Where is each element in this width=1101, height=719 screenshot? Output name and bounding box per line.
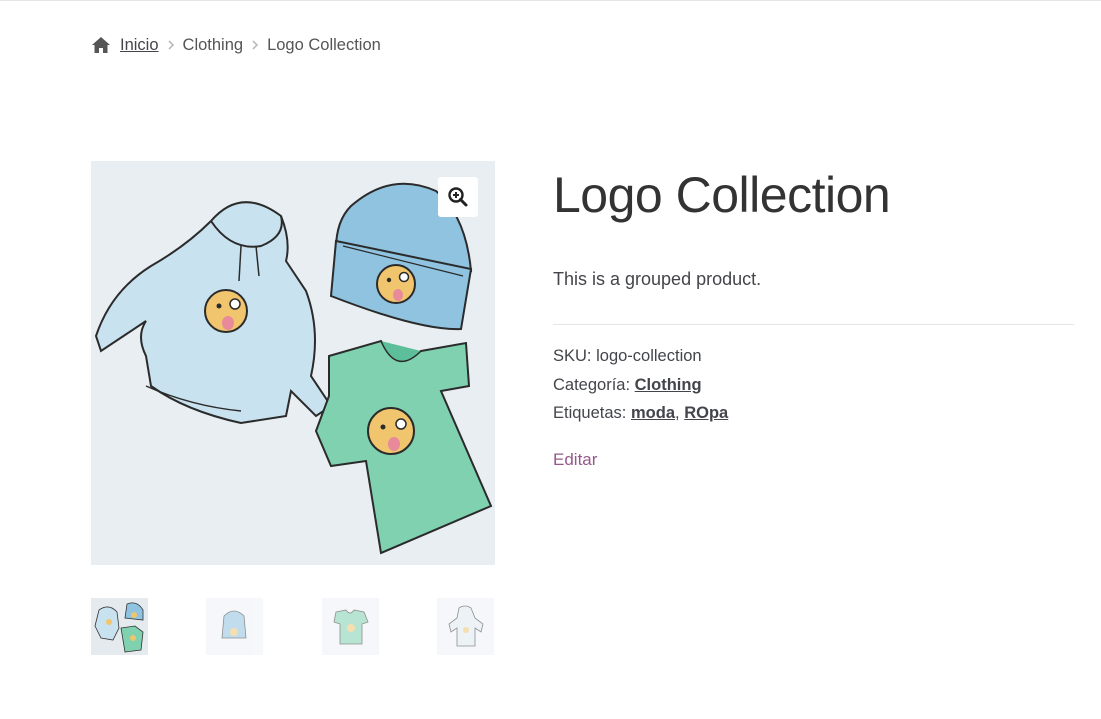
thumbnail-image xyxy=(448,605,484,647)
product-title: Logo Collection xyxy=(553,167,891,223)
tag-link-moda[interactable]: moda xyxy=(631,404,675,422)
category-link-clothing[interactable]: Clothing xyxy=(635,376,702,394)
thumbnail-beanie[interactable] xyxy=(206,598,263,655)
summary-divider xyxy=(553,324,1074,325)
product-sku: SKU: logo-collection xyxy=(553,347,702,366)
zoom-in-icon xyxy=(448,187,468,207)
hoodie-illustration xyxy=(94,201,333,425)
tags-label: Etiquetas: xyxy=(553,404,627,422)
product-short-description: This is a grouped product. xyxy=(553,269,762,289)
breadcrumb: Inicio Clothing Logo Collection xyxy=(91,34,381,56)
product-main-image[interactable] xyxy=(91,161,495,565)
thumbnail-image xyxy=(221,610,247,639)
breadcrumb-item-current: Logo Collection xyxy=(267,35,381,54)
thumbnail-logo-collection[interactable] xyxy=(91,598,148,655)
tag-separator: , xyxy=(675,404,680,422)
chevron-right-icon xyxy=(167,40,174,50)
breadcrumb-item-clothing[interactable]: Clothing xyxy=(183,36,244,55)
thumbnail-image xyxy=(94,602,144,653)
product-tags: Etiquetas: moda, ROpa xyxy=(553,404,728,423)
category-label: Categoría: xyxy=(553,376,631,394)
home-icon xyxy=(92,37,110,53)
thumbnail-hoodie[interactable] xyxy=(437,598,494,655)
header-divider xyxy=(0,0,1101,1)
thumbnail-tshirt[interactable] xyxy=(322,598,379,655)
sku-label: SKU: xyxy=(553,347,592,365)
product-category: Categoría: Clothing xyxy=(553,376,702,395)
edit-link[interactable]: Editar xyxy=(553,450,597,470)
thumbnail-image xyxy=(333,609,369,645)
zoom-button[interactable] xyxy=(438,177,478,217)
product-illustration xyxy=(94,182,493,555)
sku-value: logo-collection xyxy=(596,347,702,365)
tshirt-illustration xyxy=(314,339,493,555)
chevron-right-icon xyxy=(252,40,259,50)
breadcrumb-home-link[interactable]: Inicio xyxy=(120,36,159,55)
tag-link-ropa[interactable]: ROpa xyxy=(684,404,728,422)
